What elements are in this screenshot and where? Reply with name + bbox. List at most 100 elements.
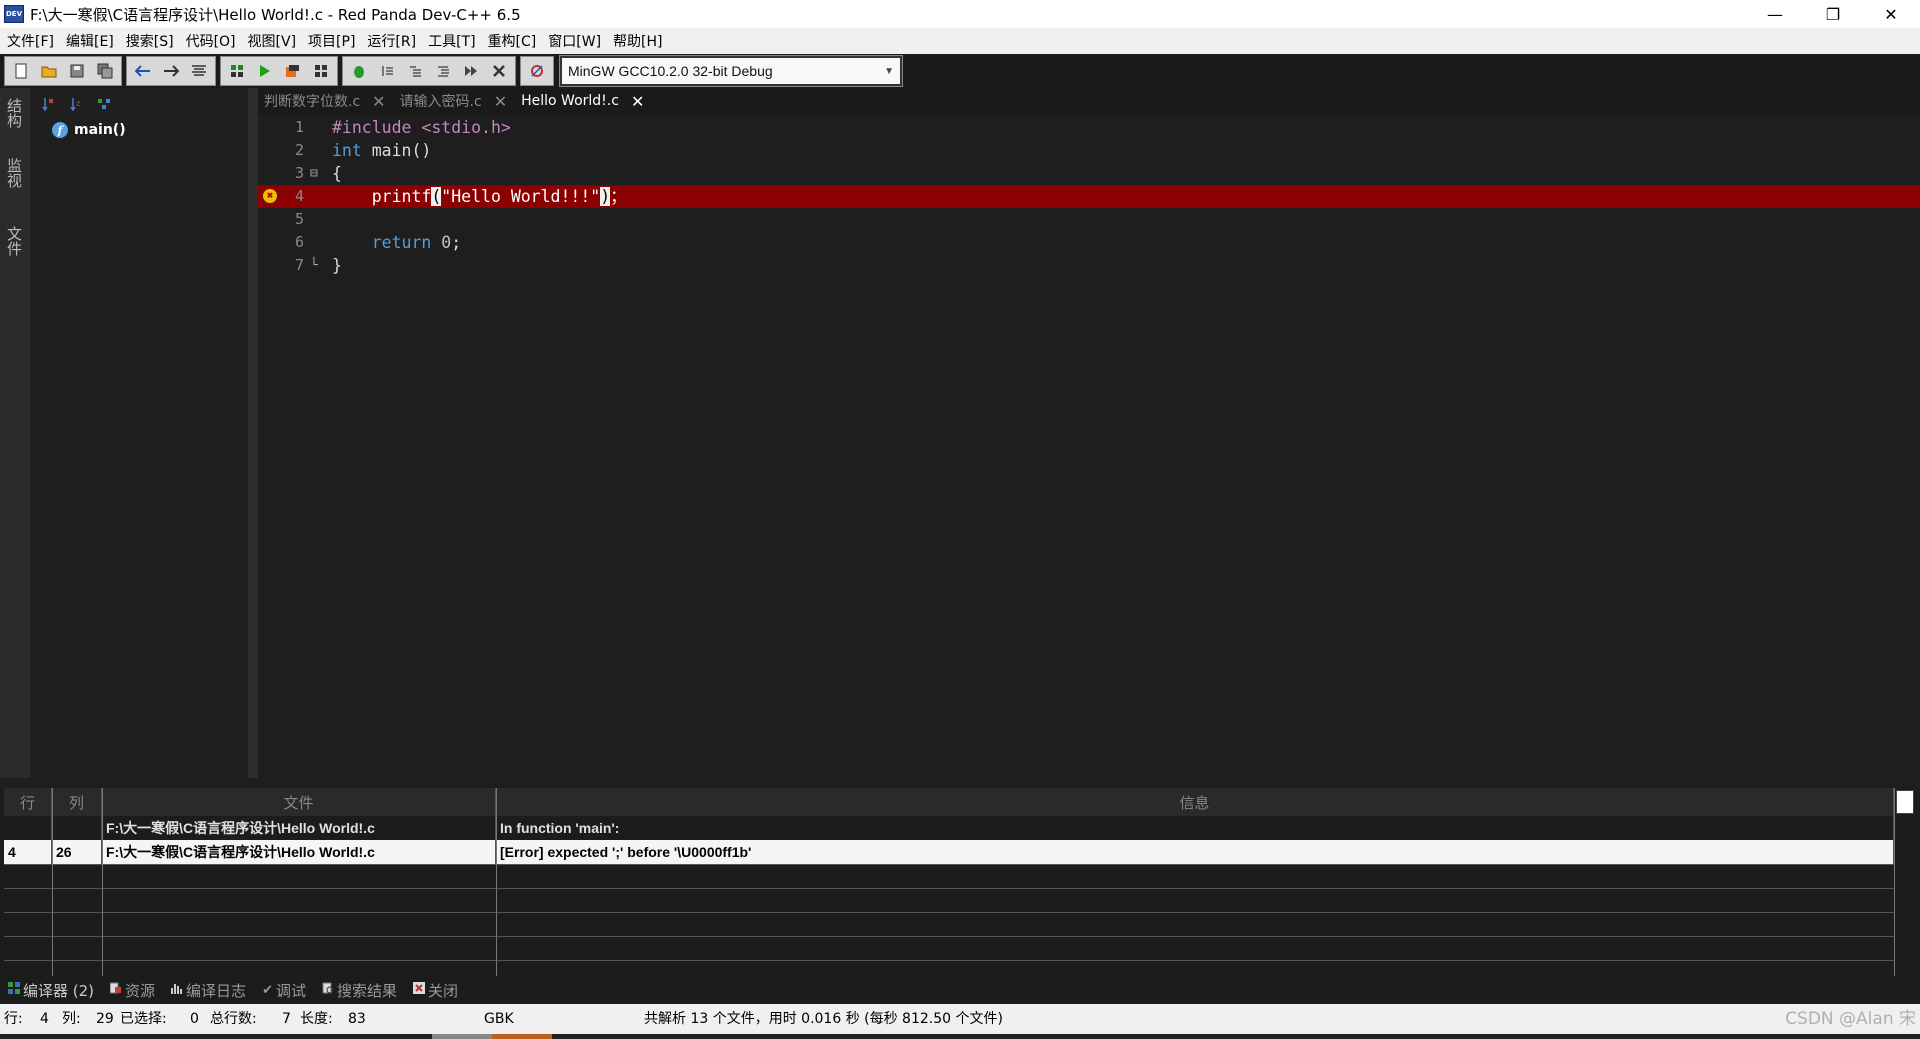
structure-toolbar: z [30, 88, 248, 120]
code-text: #include <stdio.h> [332, 118, 511, 137]
tab-label: 关闭 [428, 981, 459, 1000]
header-file[interactable]: 文件 [102, 788, 496, 816]
menu-help[interactable]: 帮助[H] [610, 31, 671, 51]
tab-search-results[interactable]: 搜索结果 [322, 980, 397, 1001]
open-folder-icon[interactable] [35, 58, 63, 84]
close-icon[interactable]: ✕ [494, 92, 507, 111]
menu-edit[interactable]: 编辑[E] [63, 31, 123, 51]
restore-button[interactable]: ❐ [1804, 0, 1862, 28]
save-all-icon[interactable] [91, 58, 119, 84]
scrollbar-corner[interactable] [1896, 790, 1914, 814]
window-title: F:\大一寒假\C语言程序设计\Hello World!.c - Red Pan… [30, 5, 521, 24]
code-text: { [332, 164, 342, 183]
rebuild-icon[interactable] [307, 58, 335, 84]
fold-minus-icon[interactable]: ⊟ [310, 162, 318, 185]
file-toolbar-group [4, 56, 122, 86]
step-into-icon[interactable] [401, 58, 429, 84]
code-line: 6 return 0; [258, 231, 1920, 254]
message-info: In function 'main': [496, 816, 1894, 840]
status-col: 29 [96, 1011, 114, 1027]
tab-label: 搜索结果 [336, 981, 397, 1000]
tab-compiler[interactable]: 编译器 (2) [8, 980, 94, 1001]
compiler-messages-panel: 行 列 文件 信息 F:\大一寒假\C语言程序设计\Hello World!.c… [0, 788, 1920, 976]
code-line: 7 └ } [258, 254, 1920, 277]
save-icon[interactable] [63, 58, 91, 84]
debug-bug-icon[interactable] [345, 58, 373, 84]
tab-label: Hello World!.c [521, 93, 619, 109]
side-tab-structure[interactable]: 结构 [4, 98, 25, 128]
menu-search[interactable]: 搜索[S] [123, 31, 183, 51]
menu-run[interactable]: 运行[R] [364, 31, 425, 51]
tab-label: 请输入密码.c [399, 94, 482, 110]
tab-compile-log[interactable]: 编译日志 [171, 980, 246, 1001]
show-inherited-icon[interactable] [90, 92, 118, 116]
status-encoding[interactable]: GBK [484, 1004, 514, 1034]
extra-toolbar-group [520, 56, 554, 86]
panel-splitter[interactable] [248, 88, 258, 778]
status-length: 83 [348, 1011, 366, 1027]
menu-file[interactable]: 文件[F] [4, 31, 63, 51]
continue-icon[interactable] [457, 58, 485, 84]
debug-settings-icon[interactable] [523, 58, 551, 84]
line-number: 3 [294, 164, 304, 182]
tab-debug[interactable]: ✔ 调试 [262, 980, 306, 1001]
message-file: F:\大一寒假\C语言程序设计\Hello World!.c [102, 816, 496, 840]
menu-project[interactable]: 项目[P] [305, 31, 364, 51]
close-icon[interactable]: ✕ [372, 92, 385, 111]
structure-panel: z f main() [30, 88, 248, 778]
close-icon[interactable]: ✕ [631, 92, 644, 111]
message-line: 4 [4, 840, 52, 864]
header-line[interactable]: 行 [4, 788, 52, 816]
close-window-button[interactable]: ✕ [1862, 0, 1920, 28]
code-editor[interactable]: 1 #include <stdio.h> 2 int main() 3 ⊟ { … [258, 114, 1920, 778]
build-toolbar-group [220, 56, 338, 86]
tab-label: 调试 [275, 981, 306, 1000]
sort-type-icon[interactable]: z [62, 92, 90, 116]
messages-header: 行 列 文件 信息 [4, 788, 1894, 816]
tab-label: 判断数字位数.c [264, 94, 361, 110]
search-results-icon [322, 982, 334, 998]
menu-tools[interactable]: 工具[T] [425, 31, 484, 51]
menu-refactor[interactable]: 重构[C] [485, 31, 546, 51]
taskbar-strip [0, 1034, 1920, 1039]
forward-arrow-icon[interactable] [157, 58, 185, 84]
status-bar: 行: 4 列: 29 已选择: 0 总行数: 7 长度: 83 GBK 共解析 … [0, 1004, 1920, 1034]
tab-resources[interactable]: 资源 [109, 980, 156, 1001]
message-row-selected[interactable]: 4 26 F:\大一寒假\C语言程序设计\Hello World!.c [Err… [4, 840, 1894, 864]
menu-code[interactable]: 代码[O] [183, 31, 245, 51]
side-tab-watch[interactable]: 监视 [4, 158, 25, 188]
message-col: 26 [52, 840, 102, 864]
tab-close[interactable]: 关闭 [413, 980, 458, 1001]
message-row[interactable]: F:\大一寒假\C语言程序设计\Hello World!.c In functi… [4, 816, 1894, 840]
header-col[interactable]: 列 [52, 788, 102, 816]
status-total: 7 [282, 1011, 291, 1027]
header-info[interactable]: 信息 [496, 788, 1894, 816]
compile-icon[interactable] [223, 58, 251, 84]
menu-window[interactable]: 窗口[W] [545, 31, 610, 51]
window-controls: — ❐ ✕ [1746, 0, 1920, 28]
side-tab-files[interactable]: 文件 [4, 226, 25, 256]
minimize-button[interactable]: — [1746, 0, 1804, 28]
tab-label: 资源 [125, 981, 156, 1000]
format-code-icon[interactable] [185, 58, 213, 84]
line-number: 6 [294, 233, 304, 251]
toolbar: MinGW GCC10.2.0 32-bit Debug ▼ [0, 54, 1920, 88]
run-icon[interactable] [251, 58, 279, 84]
tab-hello-world[interactable]: Hello World!.c ✕ [515, 88, 652, 114]
step-over-icon[interactable] [373, 58, 401, 84]
new-file-icon[interactable] [7, 58, 35, 84]
compile-run-icon[interactable] [279, 58, 307, 84]
step-out-icon[interactable] [429, 58, 457, 84]
tab-password[interactable]: 请输入密码.c ✕ [394, 88, 516, 114]
status-selected-label: 已选择: [120, 1011, 167, 1027]
sort-alpha-icon[interactable] [34, 92, 62, 116]
menu-view[interactable]: 视图[V] [245, 31, 306, 51]
stop-debug-icon[interactable] [485, 58, 513, 84]
back-arrow-icon[interactable] [129, 58, 157, 84]
tab-judge-digits[interactable]: 判断数字位数.c ✕ [258, 88, 394, 114]
message-line [4, 816, 52, 840]
tree-item-main[interactable]: f main() [52, 122, 126, 138]
compiler-select[interactable]: MinGW GCC10.2.0 32-bit Debug ▼ [559, 55, 903, 87]
status-parse-info: 共解析 13 个文件，用时 0.016 秒 (每秒 812.50 个文件) [644, 1011, 1003, 1027]
grid-divider [4, 864, 1894, 865]
